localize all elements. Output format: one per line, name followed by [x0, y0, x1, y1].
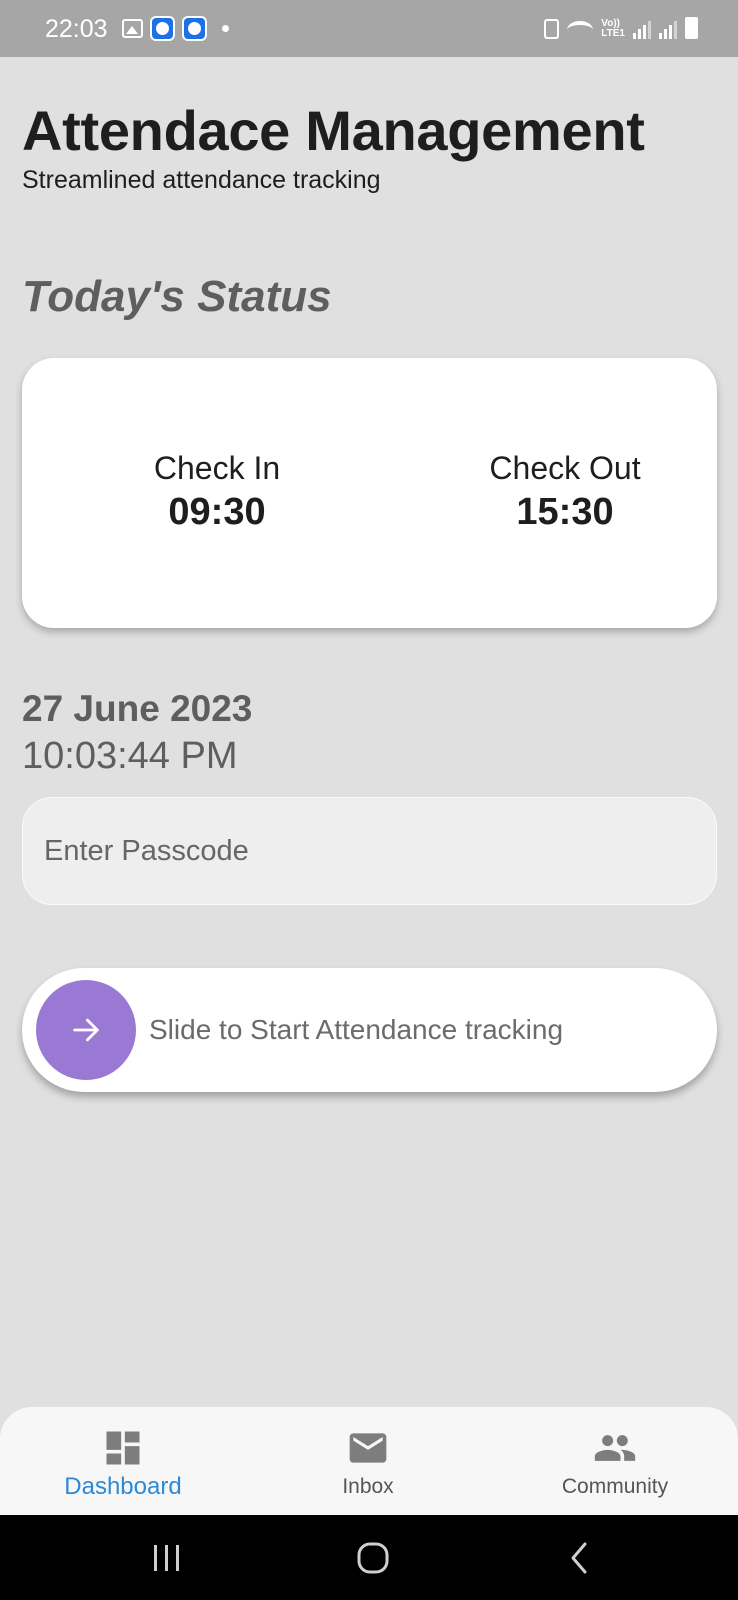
back-icon [571, 1542, 587, 1573]
check-in-block: Check In 09:30 [97, 450, 337, 534]
check-out-block: Check Out 15:30 [445, 450, 685, 534]
signal-icon [659, 21, 677, 39]
home-icon [357, 1542, 389, 1573]
check-in-time: 09:30 [168, 491, 266, 533]
home-button[interactable] [343, 1535, 403, 1580]
more-notifications-icon [222, 25, 229, 32]
status-bar: 22:03 Vo)) LTE1 [0, 0, 738, 57]
app-notification-icon [150, 16, 175, 41]
wifi-icon [567, 21, 594, 39]
arrow-right-icon [73, 1018, 99, 1042]
nav-dashboard-label: Dashboard [64, 1473, 182, 1500]
nav-community-label: Community [561, 1475, 669, 1498]
app-screen: 22:03 Vo)) LTE1 Attendace Management Str… [0, 0, 738, 1600]
status-time: 22:03 [45, 15, 108, 43]
battery-icon [685, 17, 698, 39]
app-subtitle: Streamlined attendance tracking [22, 166, 381, 194]
check-out-time: 15:30 [516, 491, 614, 533]
app-title: Attendace Management [22, 99, 645, 162]
notification-icons [122, 16, 229, 41]
todays-status-heading: Today's Status [22, 272, 332, 321]
system-icons: Vo)) LTE1 [544, 17, 698, 39]
slider-knob[interactable] [36, 980, 136, 1080]
nav-inbox-label: Inbox [342, 1475, 394, 1498]
app-notification-icon [182, 16, 207, 41]
check-in-label: Check In [153, 450, 281, 486]
slider-label: Slide to Start Attendance tracking [149, 1014, 564, 1045]
nav-dashboard[interactable]: Dashboard [33, 1425, 213, 1501]
recent-apps-button[interactable] [137, 1535, 197, 1580]
back-button[interactable] [550, 1535, 610, 1580]
check-out-label: Check Out [489, 450, 641, 486]
lock-icon [544, 19, 560, 39]
passcode-input[interactable] [23, 798, 716, 904]
slide-to-start-track[interactable]: Slide to Start Attendance tracking [22, 968, 717, 1092]
nav-community[interactable]: Community [525, 1425, 705, 1499]
lte-label: LTE1 [601, 28, 625, 39]
current-time: 10:03:44 PM [22, 735, 238, 777]
mail-icon [349, 1433, 387, 1463]
people-icon [594, 1435, 636, 1461]
gallery-icon [122, 19, 143, 38]
current-date: 27 June 2023 [22, 688, 253, 729]
passcode-field[interactable] [22, 797, 717, 905]
system-navigation-bar [0, 1515, 738, 1600]
signal-icon [633, 21, 651, 39]
nav-inbox[interactable]: Inbox [278, 1425, 458, 1499]
status-card: Check In 09:30 Check Out 15:30 [22, 358, 717, 628]
dashboard-icon [106, 1431, 140, 1465]
network-type: Vo)) LTE1 [601, 19, 625, 39]
recent-apps-icon [154, 1544, 179, 1571]
bottom-navigation: Dashboard Inbox Community [0, 1407, 738, 1515]
